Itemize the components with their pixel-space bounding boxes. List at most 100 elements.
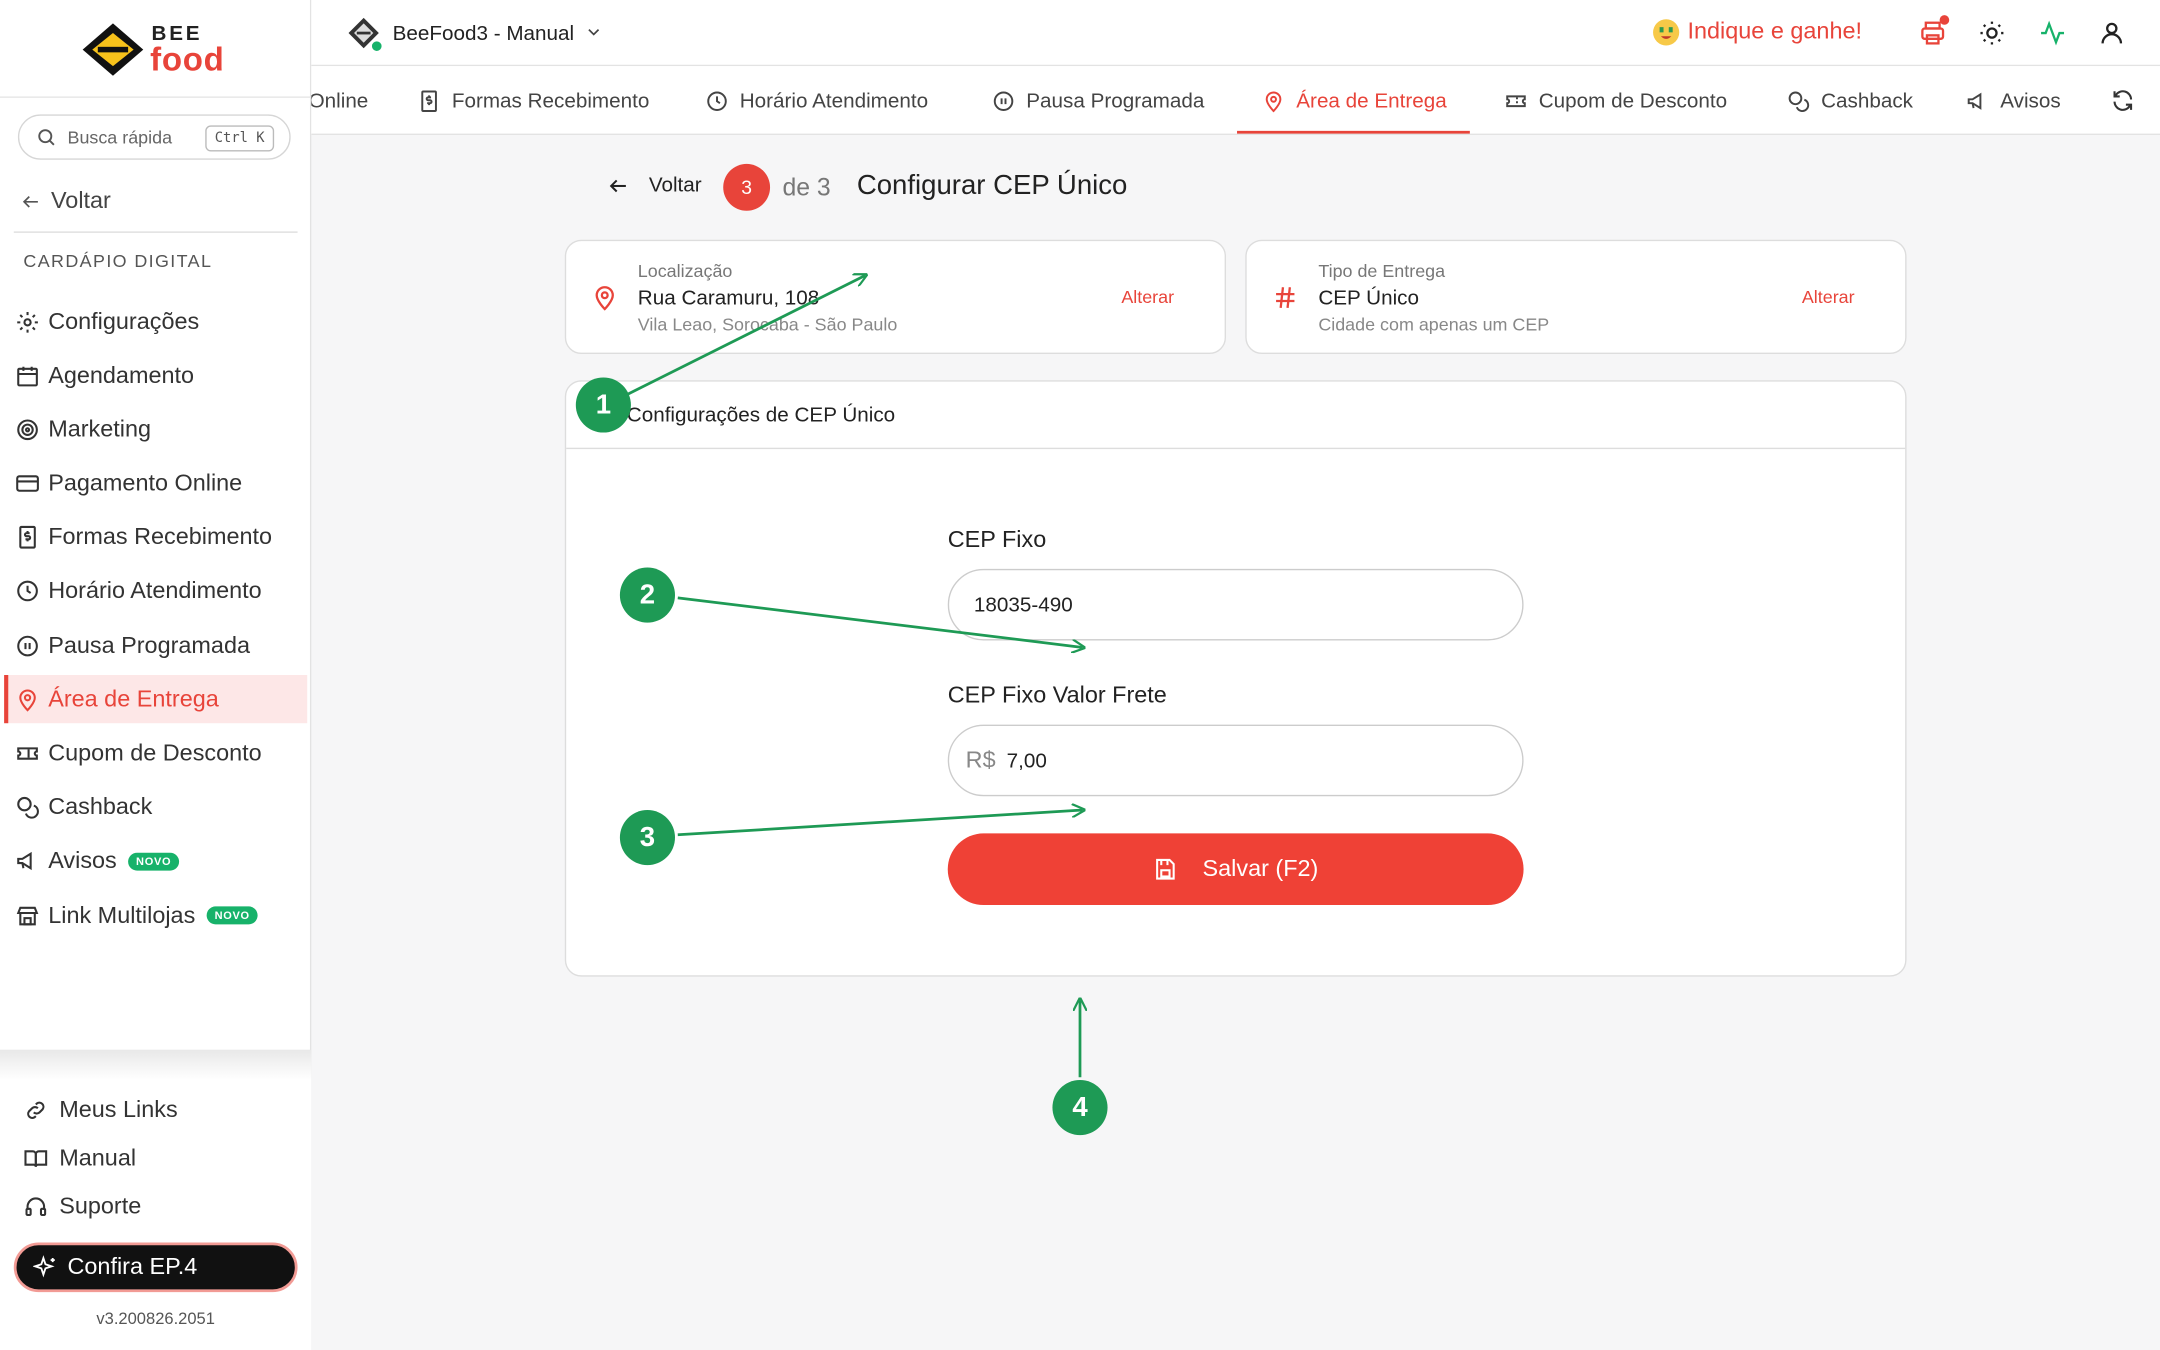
indique-ganhe-link[interactable]: Indique e ganhe! [1653,18,1862,46]
sidebar-item-label: Pagamento Online [48,469,243,497]
user-icon[interactable] [2098,19,2126,47]
divider [13,231,298,233]
tab-horario-atendimento[interactable]: Horário Atendimento [705,66,929,133]
coins-icon [1787,89,1810,112]
tab-avisos[interactable]: Avisos [1966,66,2061,133]
location-card: Localização Rua Caramuru, 108 Vila Leao,… [564,239,1227,355]
coins-icon [15,795,40,820]
online-status-dot [370,39,383,53]
annotation-marker-1: 1 [575,377,631,433]
annotation-marker-3: 3 [619,809,675,866]
sidebar-menu: Configurações Agendamento Marketing Pagamen… [4,298,308,946]
sidebar-item-horario-atendimento[interactable]: Horário Atendimento [4,567,307,615]
sidebar-back-button[interactable]: Voltar [11,187,111,215]
save-button[interactable]: Salvar (F2) [947,833,1524,906]
sidebar-item-label: Cupom de Desconto [48,739,262,766]
divider [0,96,312,98]
sidebar-link-suporte[interactable]: Suporte [23,1193,141,1221]
sidebar-item-label: Configurações [48,307,200,335]
sidebar-link-label: Manual [59,1144,137,1171]
store-logo-icon [347,17,383,53]
alterar-location-button[interactable]: Alterar [1121,287,1174,308]
top-header: BeeFood3 - Manual Indique e ganhe! [311,0,2160,67]
sidebar-item-configuracoes[interactable]: Configurações [4,298,307,346]
save-icon [1153,857,1178,882]
sidebar-link-manual[interactable]: Manual [23,1145,136,1173]
promo-label: Confira EP.4 [67,1253,198,1280]
confira-promo-button[interactable]: Confira EP.4 [13,1242,298,1293]
tab-label: Horário Atendimento [739,88,929,113]
sidebar-item-marketing[interactable]: Marketing [4,406,307,454]
tab-formas-recebimento[interactable]: Formas Recebimento [417,66,650,133]
arrow-left-icon [607,174,629,196]
step-total: de 3 [782,173,831,202]
delivery-type-label: Tipo de Entrega [1318,260,1446,282]
activity-icon[interactable] [2039,19,2067,47]
calendar-icon [15,363,40,388]
clock-icon [15,579,40,604]
sidebar-link-meus-links[interactable]: Meus Links [23,1097,178,1125]
app-version: v3.200826.2051 [96,1308,215,1328]
pause-icon [992,89,1015,112]
location-value: Rua Caramuru, 108 [637,286,820,310]
store-selector[interactable]: BeeFood3 - Manual [347,17,602,53]
sparkles-icon [33,1255,58,1280]
tab-label: Cashback [1821,88,1914,113]
receipt-icon [15,525,40,550]
sidebar-item-area-de-entrega[interactable]: Área de Entrega [4,675,308,724]
valor-frete-input[interactable]: R$ 7,00 [947,724,1524,797]
tab-label: Pausa Programada [1026,88,1205,113]
cep-fixo-input[interactable]: 18035-490 [947,568,1524,641]
sidebar-item-avisos[interactable]: Avisos NOVO [4,837,307,885]
tab-cashback[interactable]: Cashback [1787,66,1914,133]
bee-logo-icon [82,23,144,76]
alterar-delivery-button[interactable]: Alterar [1802,287,1855,308]
beefood-logo[interactable]: BEE food [80,19,245,80]
sidebar-item-formas-recebimento[interactable]: Formas Recebimento [4,513,307,561]
sidebar-item-label: Agendamento [48,361,195,389]
cep-fixo-label: CEP Fixo [947,526,1047,553]
megaphone-icon [1966,89,1989,112]
cep-fixo-value: 18035-490 [973,593,1073,617]
sidebar-item-agendamento[interactable]: Agendamento [4,352,307,400]
quick-search-input[interactable]: Busca rápida Ctrl K [17,114,291,160]
sidebar-item-label: Marketing [48,415,152,443]
map-pin-icon [1262,89,1285,112]
tab-area-de-entrega[interactable]: Área de Entrega [1236,66,1471,134]
megaphone-icon [15,849,40,874]
sidebar-item-label: Cashback [48,793,153,820]
sidebar-item-label: Avisos [48,847,117,874]
annotation-marker-4: 4 [1052,1079,1108,1136]
headset-icon [23,1194,48,1219]
money-face-icon [1653,18,1680,45]
tab-label: Avisos [2000,88,2061,113]
config-header: Configurações de CEP Único [566,382,1906,450]
sidebar-footer: Meus Links Manual Suporte [0,1049,312,1350]
tab-label: Formas Recebimento [451,88,650,113]
gear-icon [15,309,40,334]
store-icon [15,903,40,928]
sidebar-item-cashback[interactable]: Cashback [4,783,307,831]
delivery-type-card: Tipo de Entrega CEP Único Cidade com ape… [1245,239,1907,355]
tab-cupom-de-desconto[interactable]: Cupom de Desconto [1504,66,1727,133]
printer-icon[interactable] [1919,15,1950,47]
sidebar-item-cupom-de-desconto[interactable]: Cupom de Desconto [4,729,307,777]
section-title: CARDÁPIO DIGITAL [23,250,213,272]
location-label: Localização [637,260,733,282]
sidebar-item-link-multilojas[interactable]: Link Multilojas NOVO [4,891,307,939]
sidebar-back-label: Voltar [50,187,111,214]
sidebar-item-pausa-programada[interactable]: Pausa Programada [4,621,307,669]
refresh-icon[interactable] [2110,66,2135,133]
tab-pagamento-online[interactable]: Online [311,66,368,133]
wizard-back-button[interactable]: Voltar [588,174,702,197]
tab-pausa-programada[interactable]: Pausa Programada [992,66,1205,133]
page-title: Configurar CEP Único [856,170,1128,202]
indique-label: Indique e ganhe! [1687,17,1862,45]
link-icon [23,1098,48,1123]
sun-icon[interactable] [1978,19,2006,47]
new-badge: NOVO [127,852,180,871]
sidebar-item-pagamento-online[interactable]: Pagamento Online [4,459,307,507]
sidebar-item-label: Link Multilojas [48,901,196,928]
tab-bar: Online Formas Recebimento Horário Atendi… [311,66,2160,135]
delivery-type-sub: Cidade com apenas um CEP [1318,314,1550,335]
